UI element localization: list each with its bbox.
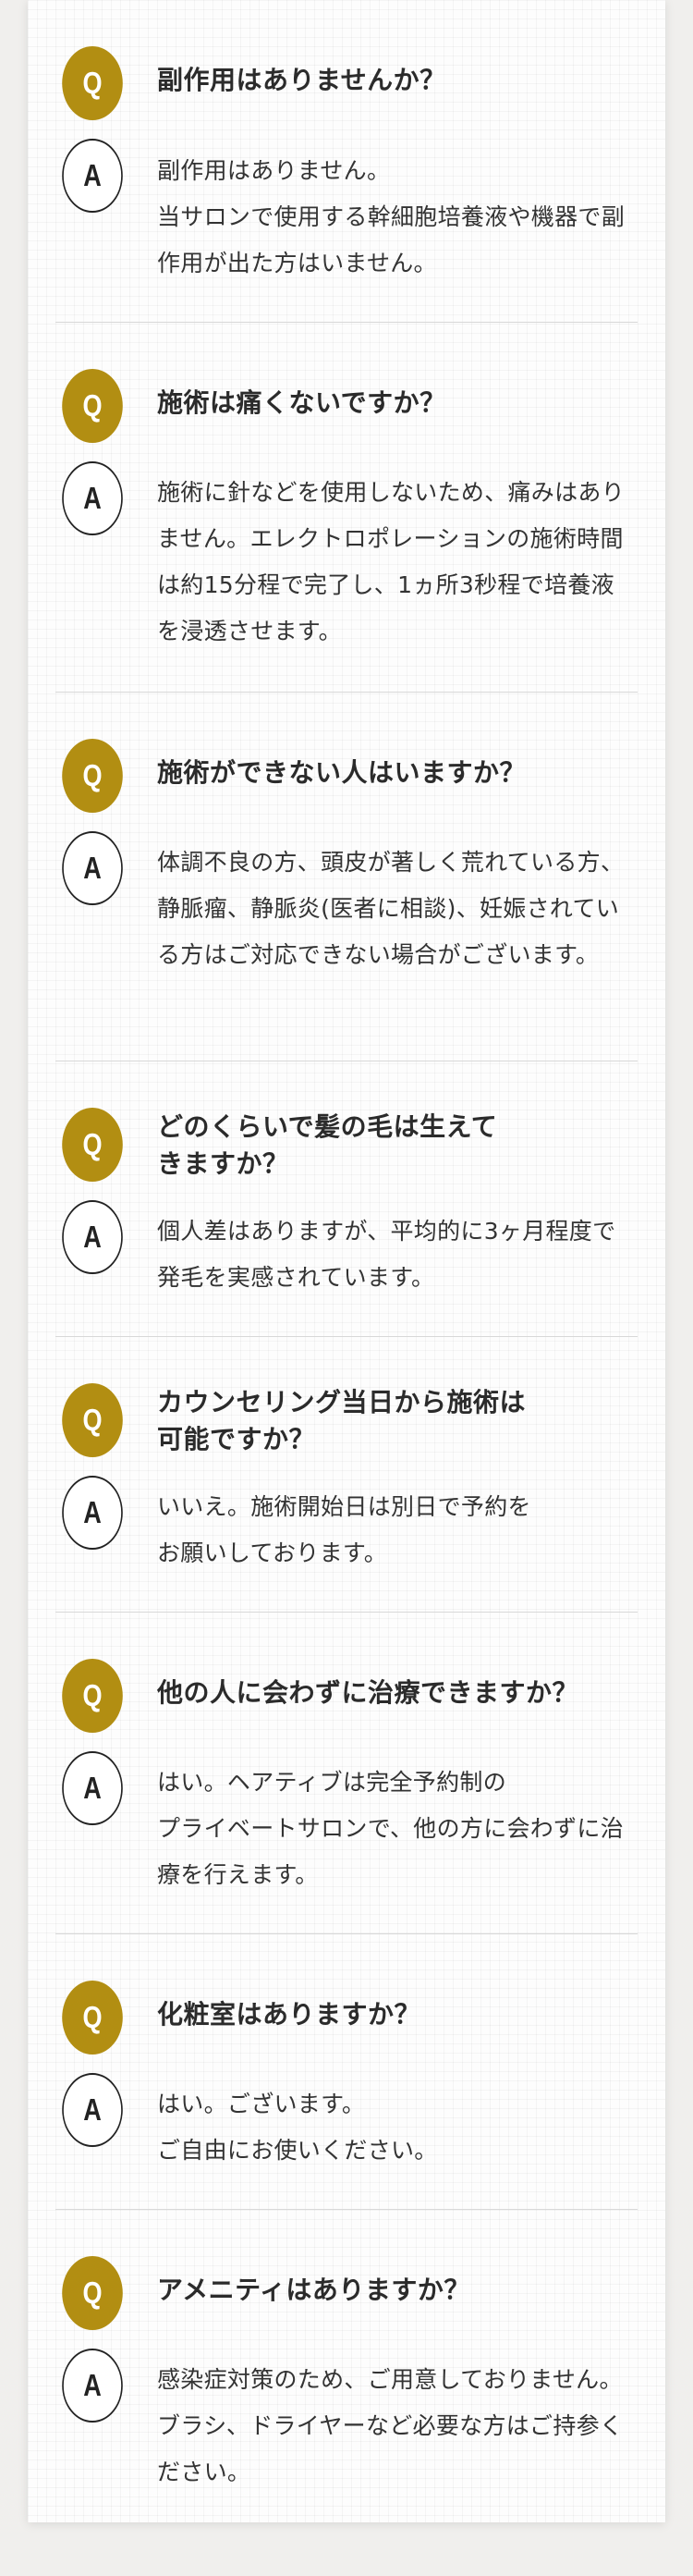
faq-item: Q 他の人に会わずに治療できますか？ A はい。ヘアティブは完全予約制の プライ… (55, 1613, 638, 1934)
faq-item: Q 施術ができない人はいますか？ A 体調不良の方、頭皮が著しく荒れている方、静… (55, 693, 638, 1061)
faq-item: Q アメニティはありますか？ A 感染症対策のため、ご用意しておりません。ブラシ… (55, 2210, 638, 2524)
question-text: カウンセリング当日から施術は 可能ですか？ (157, 1387, 527, 1454)
question-text: アメニティはありますか？ (157, 2275, 470, 2305)
question-badge: Q (62, 1108, 123, 1182)
answer-text: いいえ。施術開始日は別日で予約を お願いしております。 (157, 1493, 531, 1566)
answer-text: 施術に針などを使用しないため、痛みはありません。エレクトロポレーションの施術時間… (157, 479, 626, 644)
question-text: 施術は痛くないですか？ (157, 387, 446, 418)
question-badge: Q (62, 1659, 123, 1733)
question-badge: Q (62, 1383, 123, 1457)
answer-badge: A (62, 139, 123, 213)
question-text: 副作用はありませんか？ (157, 65, 446, 95)
faq-item: Q 副作用はありませんか？ A 副作用はありません。 当サロンで使用する幹細胞培… (55, 43, 638, 323)
faq-item: Q カウンセリング当日から施術は 可能ですか？ A いいえ。施術開始日は別日で予… (55, 1337, 638, 1613)
question-badge: Q (62, 739, 123, 813)
answer-badge: A (62, 461, 123, 535)
question-badge: Q (62, 369, 123, 443)
answer-badge: A (62, 1751, 123, 1825)
question-badge: Q (62, 2256, 123, 2330)
answer-text: 感染症対策のため、ご用意しておりません。ブラシ、ドライヤーなど必要な方はご持参く… (157, 2366, 624, 2485)
answer-badge: A (62, 1200, 123, 1274)
answer-text: はい。ヘアティブは完全予約制の プライベートサロンで、他の方に会わずに治療を行え… (157, 1769, 625, 1888)
answer-badge: A (62, 831, 123, 905)
answer-badge: A (62, 2349, 123, 2423)
answer-text: 個人差はありますが、平均的に3ヶ月程度で発毛を実感されています。 (157, 1218, 616, 1291)
faq-card: Q 副作用はありませんか？ A 副作用はありません。 当サロンで使用する幹細胞培… (28, 0, 665, 2522)
question-text: 他の人に会わずに治療できますか？ (157, 1677, 579, 1708)
question-text: 施術ができない人はいますか？ (157, 757, 527, 788)
faq-list: Q 副作用はありませんか？ A 副作用はありません。 当サロンで使用する幹細胞培… (55, 43, 638, 2524)
question-text: 化粧室はありますか？ (157, 1999, 421, 2030)
answer-badge: A (62, 2073, 123, 2147)
faq-item: Q 施術は痛くないですか？ A 施術に針などを使用しないため、痛みはありません。… (55, 323, 638, 693)
answer-text: はい。ございます。 ご自由にお使いください。 (157, 2091, 438, 2164)
question-badge: Q (62, 1981, 123, 2055)
question-badge: Q (62, 46, 123, 120)
question-text: どのくらいで髪の毛は生えて きますか？ (157, 1111, 498, 1179)
faq-item: Q どのくらいで髪の毛は生えて きますか？ A 個人差はありますが、平均的に3ヶ… (55, 1061, 638, 1337)
answer-badge: A (62, 1476, 123, 1550)
faq-item: Q 化粧室はありますか？ A はい。ございます。 ご自由にお使いください。 (55, 1934, 638, 2210)
answer-text: 体調不良の方、頭皮が著しく荒れている方、静脈瘤、静脈炎(医者に相談)、妊娠されて… (157, 849, 625, 968)
answer-text: 副作用はありません。 当サロンで使用する幹細胞培養液や機器で副作用が出た方はいま… (157, 157, 626, 276)
